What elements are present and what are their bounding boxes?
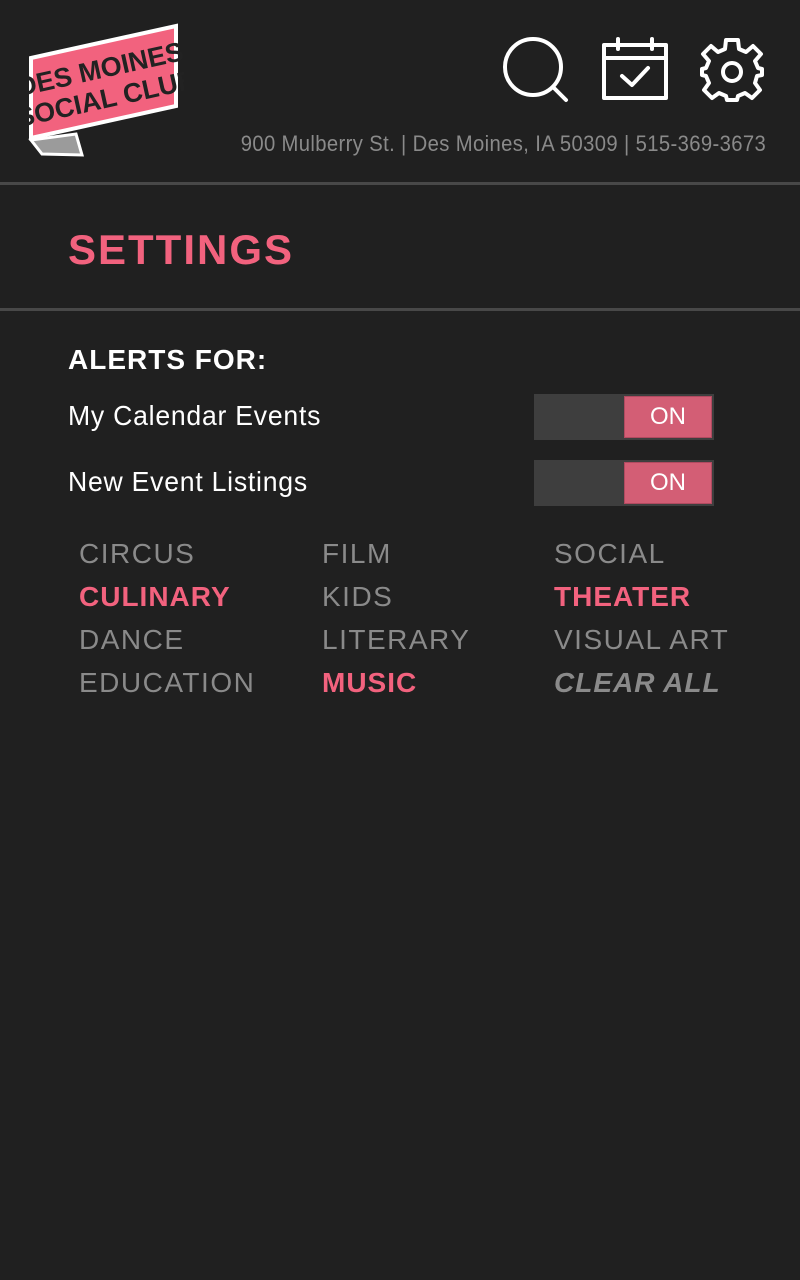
- category-music[interactable]: MUSIC: [322, 667, 417, 699]
- category-dance[interactable]: DANCE: [79, 624, 185, 656]
- search-icon[interactable]: [502, 36, 570, 104]
- header-divider: [0, 182, 800, 185]
- clear-all-button[interactable]: CLEAR ALL: [554, 667, 721, 699]
- page-title: SETTINGS: [68, 226, 295, 273]
- new-listings-toggle[interactable]: ON: [534, 460, 714, 506]
- category-theater[interactable]: THEATER: [554, 581, 691, 613]
- alert-row-new-listings: New Event Listings ON: [68, 460, 714, 506]
- title-divider: [0, 308, 800, 311]
- category-visual-art[interactable]: VISUAL ART: [554, 624, 729, 656]
- alert-row-calendar-events: My Calendar Events ON: [68, 394, 714, 440]
- category-circus[interactable]: CIRCUS: [79, 538, 195, 570]
- settings-screen: DES MOINES SOCIAL CLUB 900 Mulberry St. …: [0, 0, 800, 1280]
- category-social[interactable]: SOCIAL: [554, 538, 666, 570]
- category-literary[interactable]: LITERARY: [322, 624, 470, 656]
- alert-label: New Event Listings: [68, 466, 308, 497]
- gear-icon[interactable]: [698, 36, 766, 104]
- alerts-heading: ALERTS FOR:: [68, 344, 268, 375]
- des-moines-social-club-logo[interactable]: DES MOINES SOCIAL CLUB: [14, 22, 200, 158]
- category-filter-grid: CIRCUS CULINARY DANCE EDUCATION FILM KID…: [0, 534, 800, 714]
- toggle-state: ON: [624, 462, 712, 504]
- venue-address: 900 Mulberry St. | Des Moines, IA 50309 …: [240, 131, 766, 156]
- app-header: DES MOINES SOCIAL CLUB 900 Mulberry St. …: [0, 0, 800, 184]
- calendar-events-toggle[interactable]: ON: [534, 394, 714, 440]
- category-kids[interactable]: KIDS: [322, 581, 393, 613]
- alert-label: My Calendar Events: [68, 400, 322, 431]
- toggle-state: ON: [624, 396, 712, 438]
- calendar-check-icon[interactable]: [601, 36, 669, 104]
- category-culinary[interactable]: CULINARY: [79, 581, 231, 613]
- category-film[interactable]: FILM: [322, 538, 392, 570]
- category-education[interactable]: EDUCATION: [79, 667, 255, 699]
